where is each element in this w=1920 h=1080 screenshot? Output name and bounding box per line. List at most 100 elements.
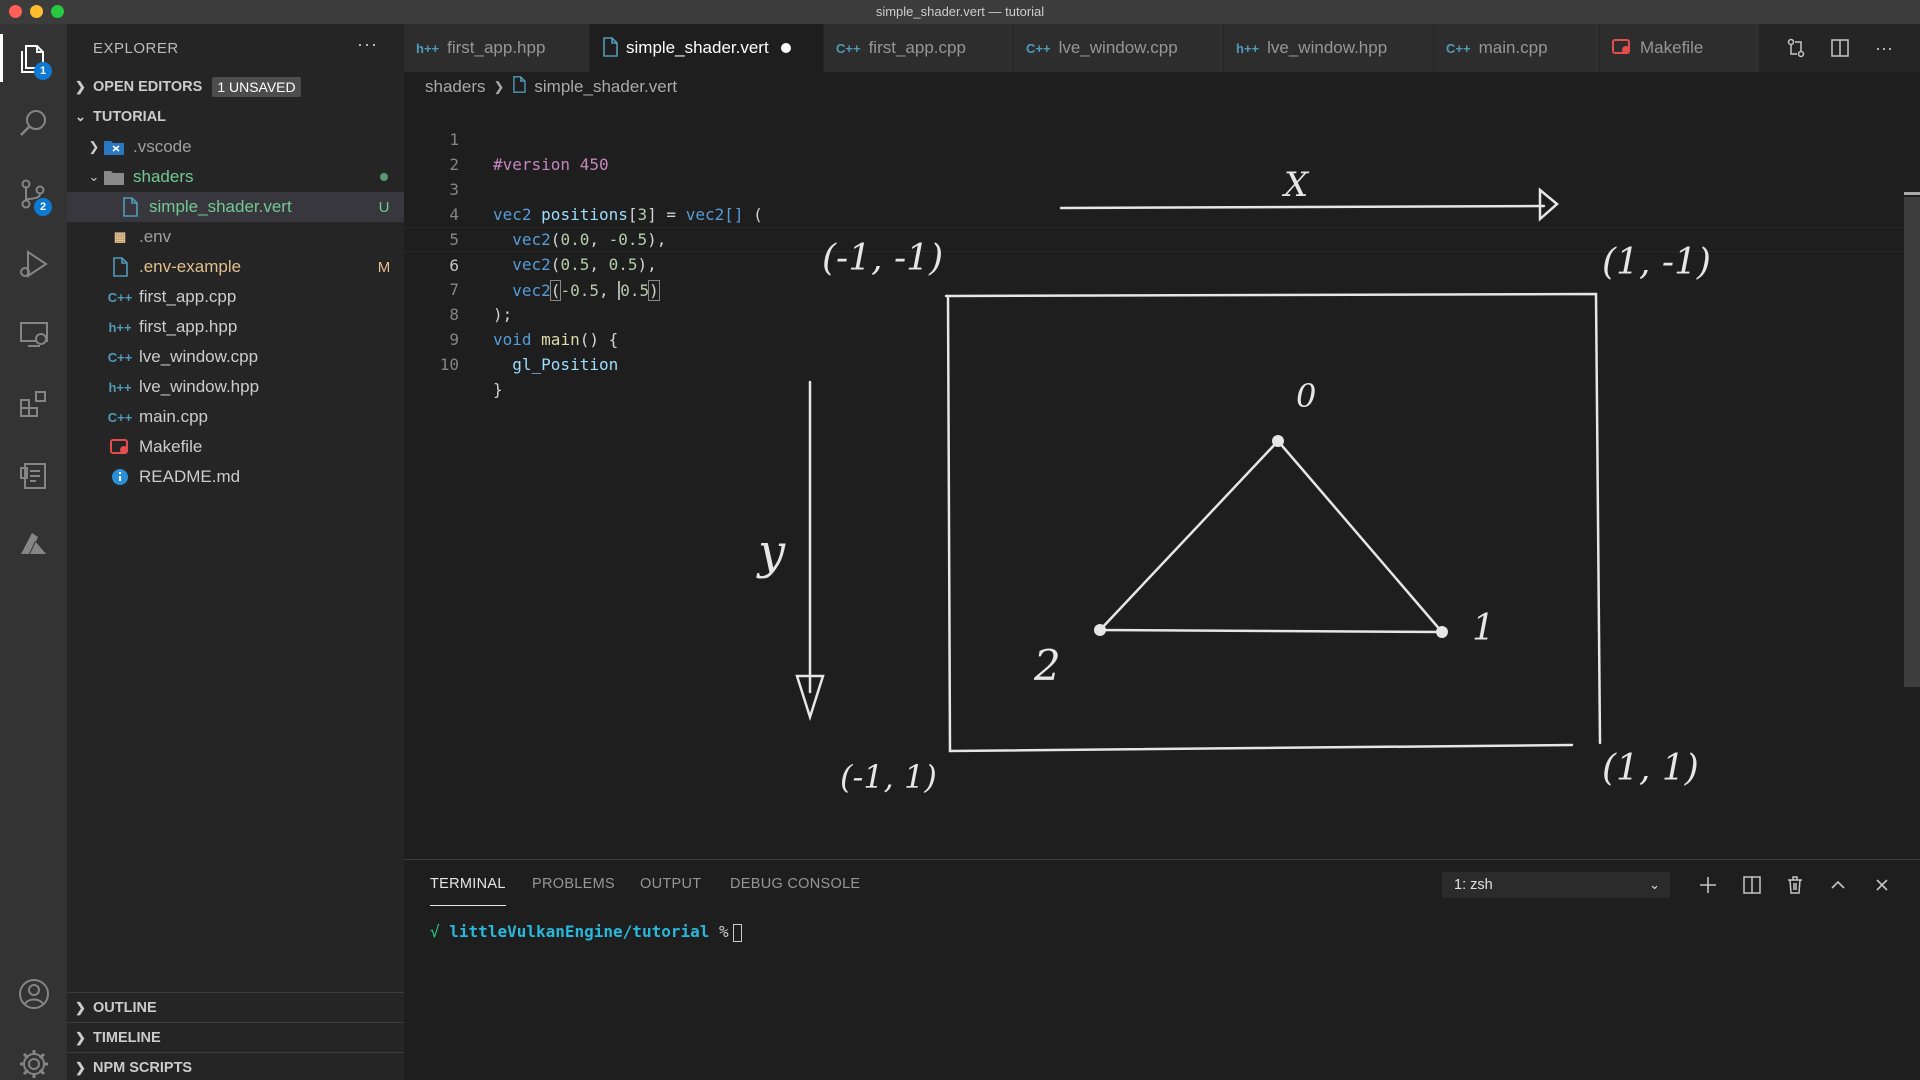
npm-scripts-label: NPM SCRIPTS [93,1059,193,1076]
split-editor-button[interactable] [1818,24,1862,72]
tree-item-first-app-hpp[interactable]: h++ first_app.hpp [67,312,404,342]
plus-icon [1700,877,1716,893]
breadcrumb-file[interactable]: simple_shader.vert [534,77,677,97]
terminal-select[interactable]: 1: zsh ⌄ [1442,872,1670,898]
tab-terminal[interactable]: TERMINAL [430,876,506,906]
tab-main-cpp[interactable]: C++ main.cpp [1434,24,1600,72]
timeline-label: TIMELINE [93,1029,161,1046]
hpp-icon: h++ [1236,40,1260,56]
folder-open-icon [103,167,125,187]
chevron-down-icon: ⌄ [1649,877,1660,892]
split-terminal-button[interactable] [1734,868,1770,902]
tutorial-folder-section[interactable]: ⌄ TUTORIAL [67,102,404,132]
prompt-path: littleVulkanEngine/tutorial [449,922,710,941]
close-panel-button[interactable] [1864,868,1900,902]
untracked-dot [364,173,404,181]
cpp-icon: C++ [1446,40,1471,56]
tree-item-lve-window-hpp[interactable]: h++ lve_window.hpp [67,372,404,402]
timeline-section[interactable]: ❯ TIMELINE [67,1022,404,1052]
tree-item-label: main.cpp [139,407,208,426]
outline-section[interactable]: ❯ OUTLINE [67,992,404,1022]
tab-first-app-cpp[interactable]: C++ first_app.cpp [824,24,1014,72]
open-changes-button[interactable] [1774,24,1818,72]
x-axis-arrow [1059,204,1546,210]
task-runner-activity[interactable] [0,444,67,504]
chevron-right-icon: ❯ [75,999,86,1015]
tree-item-env[interactable]: ▦ .env [67,222,404,252]
terminal-prompt[interactable]: √ littleVulkanEngine/tutorial % [430,922,742,942]
breadcrumb-folder[interactable]: shaders [425,77,485,97]
explorer-sidebar: EXPLORER ··· ❯ OPEN EDITORS 1 UNSAVED ⌄ … [67,24,404,1080]
unsaved-badge: 1 UNSAVED [212,77,301,97]
y-axis-label: y [756,524,786,580]
tree-item-simple-shader[interactable]: simple_shader.vert U [67,192,404,222]
manage-activity[interactable] [0,1034,67,1080]
maximize-panel-button[interactable] [1820,868,1856,902]
source-control-activity[interactable]: 2 [0,164,67,224]
split-icon [1743,876,1761,894]
remote-explorer-icon [19,322,48,347]
breadcrumb: shaders ❯ simple_shader.vert [404,72,1920,102]
tab-debug-console[interactable]: DEBUG CONSOLE [730,876,860,906]
tab-label: lve_window.hpp [1267,38,1388,57]
open-editors-section[interactable]: ❯ OPEN EDITORS 1 UNSAVED [67,72,404,102]
tree-item-env-example[interactable]: .env-example M [67,252,404,282]
more-actions-icon[interactable]: ··· [357,34,378,55]
run-debug-activity[interactable] [0,234,67,294]
new-terminal-button[interactable] [1690,868,1726,902]
editor-tab-bar: h++ first_app.hpp simple_shader.vert C++… [404,24,1920,72]
status-badge: U [378,198,390,216]
azure-activity[interactable] [0,514,67,574]
tab-makefile[interactable]: Makefile [1600,24,1760,72]
kill-terminal-button[interactable] [1777,868,1813,902]
tab-problems[interactable]: PROBLEMS [532,876,615,906]
tree-item-shaders[interactable]: ⌄ shaders [67,162,404,192]
tab-label: lve_window.cpp [1058,38,1178,57]
tree-item-lve-window-cpp[interactable]: C++ lve_window.cpp [67,342,404,372]
tab-lve-window-hpp[interactable]: h++ lve_window.hpp [1224,24,1434,72]
code-editor[interactable]: 1 #version 450 2 3 vec2 positions[3] = v… [404,102,1920,859]
triangle [1097,439,1445,634]
tab-label: Makefile [1640,38,1704,57]
tree-item-first-app-cpp[interactable]: C++ first_app.cpp [67,282,404,312]
chevron-down-icon: ⌄ [75,109,86,124]
vertex-2-dot [1094,624,1106,636]
tree-item-main-cpp[interactable]: C++ main.cpp [67,402,404,432]
vertex-label-1: 1 [1472,608,1495,649]
tab-lve-window-cpp[interactable]: C++ lve_window.cpp [1014,24,1224,72]
cpp-icon: C++ [1026,40,1051,56]
cpp-icon: C++ [107,349,133,365]
editor-scrollbar-thumb[interactable] [1904,197,1920,687]
tree-item-readme[interactable]: README.md [67,462,404,492]
gear-icon [19,1050,48,1078]
title-bar: simple_shader.vert — tutorial [0,0,1920,24]
tree-item-makefile[interactable]: Makefile [67,432,404,462]
tab-first-app-hpp[interactable]: h++ first_app.hpp [404,24,590,72]
more-actions-icon[interactable]: ··· [1862,24,1906,72]
tree-item-vscode[interactable]: ❯ .vscode [67,132,404,162]
accounts-activity[interactable] [0,964,67,1024]
prompt-symbol: % [719,922,729,941]
tab-label: first_app.cpp [868,38,966,57]
tab-output[interactable]: OUTPUT [640,876,701,906]
tree-item-label: simple_shader.vert [149,197,292,216]
tab-simple-shader-vert[interactable]: simple_shader.vert [590,24,824,72]
sidebar-title: EXPLORER [93,40,179,57]
explorer-badge: 1 [34,62,52,80]
cpp-icon: C++ [107,409,133,425]
explorer-activity[interactable]: 1 [0,28,67,88]
trash-icon [1788,876,1802,894]
chevron-right-icon: ❯ [88,139,100,154]
overview-ruler-cursor [1904,192,1920,195]
search-activity[interactable] [0,94,67,154]
makefile-icon [1612,38,1632,59]
cpp-icon: C++ [836,40,861,56]
corner-top-left: (-1, -1) [822,238,943,279]
unsaved-dot-icon[interactable] [780,43,791,53]
extensions-activity[interactable] [0,374,67,434]
npm-scripts-section[interactable]: ❯ NPM SCRIPTS [67,1052,404,1080]
search-icon [19,110,46,136]
window-title: simple_shader.vert — tutorial [875,4,1045,19]
makefile-icon [109,437,131,457]
remote-explorer-activity[interactable] [0,304,67,364]
